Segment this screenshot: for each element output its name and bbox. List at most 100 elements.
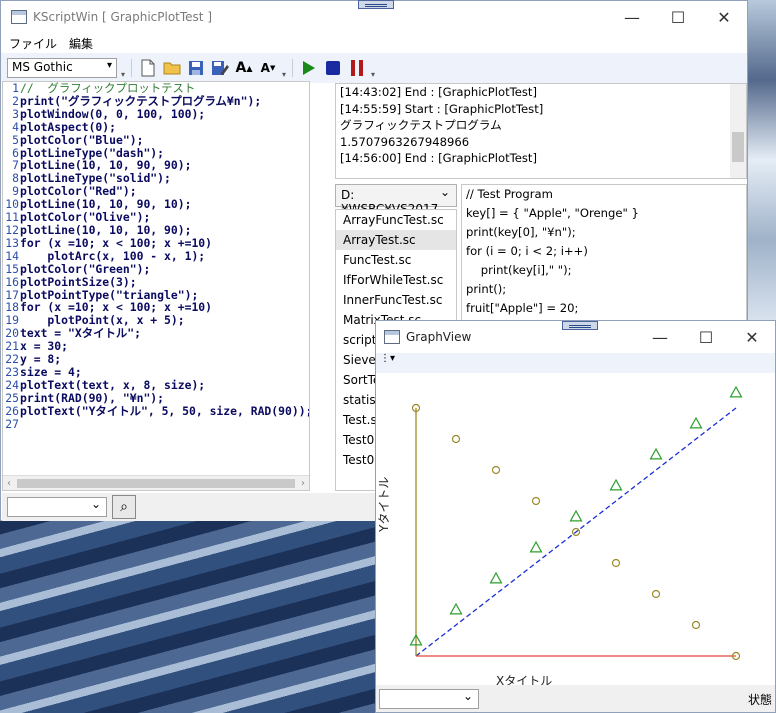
log-scrollbar[interactable] bbox=[730, 84, 746, 178]
triangle-point bbox=[649, 447, 663, 460]
code-text: print(RAD(90), "¥n"); bbox=[20, 390, 165, 405]
log-line: [14:43:02] End : [GraphicPlotTest] bbox=[340, 85, 537, 99]
pause-icon[interactable] bbox=[347, 58, 367, 78]
line-number: 27 bbox=[5, 416, 19, 431]
code-text: // グラフィックプロットテスト bbox=[20, 81, 196, 95]
line-number: 12 bbox=[5, 222, 19, 237]
graph-window-title: GraphView bbox=[406, 330, 472, 344]
status-label: 状態 bbox=[747, 693, 772, 707]
line-number: 24 bbox=[5, 377, 19, 392]
x-axis-title: Xタイトル bbox=[496, 674, 552, 685]
output-log[interactable]: [14:43:02] End : [GraphicPlotTest] [14:55… bbox=[335, 83, 747, 179]
log-line: グラフィックテストプログラム bbox=[340, 118, 502, 132]
font-select[interactable]: MS Gothic bbox=[7, 58, 117, 78]
graph-status-bar: 状態 bbox=[376, 685, 775, 712]
window-handle[interactable] bbox=[358, 0, 394, 9]
arc-point bbox=[651, 589, 661, 599]
code-text: plotAspect(0); bbox=[20, 119, 117, 134]
code-text: x = 30; bbox=[20, 339, 69, 354]
font-smaller-icon[interactable]: A ▼ bbox=[258, 58, 278, 78]
app-icon bbox=[11, 10, 27, 24]
file-list-item[interactable]: InnerFuncTest.sc bbox=[336, 290, 456, 310]
scroll-thumb[interactable] bbox=[17, 479, 295, 488]
code-text: plotPointSize(3); bbox=[20, 274, 137, 289]
preview-line: print(key[i]," "); bbox=[466, 263, 572, 277]
line-number: 22 bbox=[5, 352, 19, 367]
code-text: plotColor("Red"); bbox=[20, 184, 137, 199]
search-combo[interactable] bbox=[7, 497, 107, 517]
menu-bar: ファイル 編集 bbox=[1, 33, 747, 53]
line-number: 15 bbox=[5, 261, 19, 276]
toolbar-grip-icon[interactable]: ▾ bbox=[282, 70, 286, 79]
search-icon: ⌕ bbox=[120, 499, 128, 515]
triangle-point bbox=[569, 509, 583, 522]
log-line: [14:56:00] End : [GraphicPlotTest] bbox=[340, 151, 537, 165]
code-text: print("グラフィックテストプログラム¥n"); bbox=[20, 93, 262, 108]
code-editor[interactable]: 1// グラフィックプロットテスト 2print("グラフィックテストプログラム¥… bbox=[2, 81, 310, 491]
line-number: 26 bbox=[5, 403, 19, 418]
minimize-button[interactable]: — bbox=[609, 1, 655, 33]
toolbar: MS Gothic ▾ A▲ A▼ ▾ ▾ bbox=[1, 53, 747, 83]
scroll-left-icon[interactable]: ‹ bbox=[7, 478, 11, 489]
triangle-point bbox=[449, 602, 463, 615]
open-folder-icon[interactable] bbox=[162, 58, 182, 78]
arc-point bbox=[531, 496, 541, 506]
code-text: y = 8; bbox=[20, 352, 62, 367]
code-lines: 1// グラフィックプロットテスト 2print("グラフィックテストプログラム¥… bbox=[3, 81, 309, 431]
code-text: plotLine(10, 10, 90, 90); bbox=[20, 158, 192, 173]
window-handle[interactable] bbox=[562, 321, 598, 330]
window-title: KScriptWin [ GraphicPlotTest ] bbox=[33, 10, 213, 24]
font-larger-icon[interactable]: A ▲ bbox=[234, 58, 254, 78]
triangle-point bbox=[529, 540, 543, 553]
plot-area[interactable]: Xタイトル Yタイトル bbox=[376, 373, 775, 685]
save-as-icon[interactable] bbox=[210, 58, 230, 78]
file-list-item[interactable]: IfForWhileTest.sc bbox=[336, 270, 456, 290]
toolbar-grip-icon[interactable]: ▾ bbox=[371, 70, 375, 79]
toolbar-grip-icon[interactable]: ▾ bbox=[121, 70, 125, 79]
preview-line: key[] = { "Apple", "Orenge" } bbox=[466, 206, 639, 220]
code-text: size = 4; bbox=[20, 364, 82, 379]
code-text: for (x =10; x < 100; x +=10) bbox=[20, 235, 213, 250]
preview-line: // Test Program bbox=[466, 187, 553, 201]
preview-line: fruit["Apple"] = 20; bbox=[466, 301, 579, 315]
new-file-icon[interactable] bbox=[138, 58, 158, 78]
save-icon[interactable] bbox=[186, 58, 206, 78]
file-list-item[interactable]: ArrayFuncTest.sc bbox=[336, 210, 456, 230]
log-line: 1.5707963267948966 bbox=[340, 134, 470, 149]
editor-horizontal-scrollbar[interactable]: ‹ › bbox=[3, 475, 309, 490]
line-number: 1 bbox=[12, 81, 19, 95]
folder-select[interactable]: D:¥WSRC¥VS2017 bbox=[335, 184, 457, 216]
menu-file[interactable]: ファイル bbox=[5, 35, 65, 52]
code-text: plotText(text, x, 8, size); bbox=[20, 377, 206, 392]
preview-line: for (i = 0; i < 2; i++) bbox=[466, 244, 588, 258]
code-line: 26plotText("Yタイトル", 5, 50, size, RAD(90)… bbox=[3, 403, 309, 418]
run-icon[interactable] bbox=[299, 58, 319, 78]
triangle-point bbox=[689, 416, 703, 429]
minimize-button[interactable]: — bbox=[637, 321, 683, 353]
close-button[interactable]: ✕ bbox=[701, 1, 747, 33]
maximize-button[interactable]: ☐ bbox=[683, 321, 729, 353]
preview-line: print(); bbox=[466, 282, 507, 296]
arc-point bbox=[691, 620, 701, 630]
toolbar-separator bbox=[131, 59, 133, 77]
code-text: plotColor("Green"); bbox=[20, 261, 151, 276]
graph-toolbar: ⋮▾ bbox=[376, 353, 775, 373]
close-button[interactable]: ✕ bbox=[729, 321, 775, 353]
file-list-item[interactable]: ArrayTest.sc bbox=[336, 230, 456, 250]
graph-window: GraphView — ☐ ✕ ⋮▾ Xタイトル Yタイトル 状態 bbox=[375, 320, 776, 713]
toolbar-grip-icon[interactable]: ⋮▾ bbox=[380, 353, 395, 364]
menu-edit[interactable]: 編集 bbox=[65, 35, 101, 52]
code-line: 27 bbox=[3, 416, 309, 431]
scroll-right-icon[interactable]: › bbox=[301, 478, 305, 489]
toolbar-separator bbox=[292, 59, 294, 77]
search-button[interactable]: ⌕ bbox=[112, 495, 136, 519]
line-number: 3 bbox=[12, 106, 19, 121]
graph-combo[interactable] bbox=[379, 689, 479, 709]
triangle-point bbox=[489, 571, 503, 584]
stop-icon[interactable] bbox=[323, 58, 343, 78]
maximize-button[interactable]: ☐ bbox=[655, 1, 701, 33]
file-list-item[interactable]: FuncTest.sc bbox=[336, 250, 456, 270]
file-preview[interactable]: // Test Program key[] = { "Apple", "Oreng… bbox=[461, 184, 747, 324]
code-text: for (x =10; x < 100; x +=10) bbox=[20, 300, 213, 315]
code-text: plotArc(x, 100 - x, 1); bbox=[20, 248, 206, 263]
